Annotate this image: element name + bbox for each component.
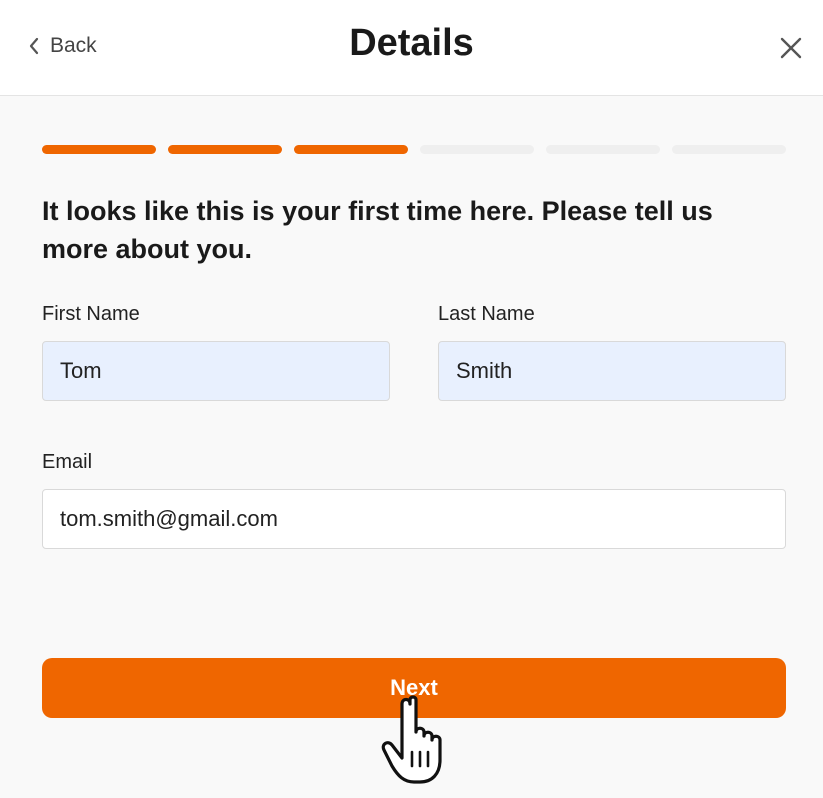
progress-step-6 — [672, 145, 786, 154]
last-name-field[interactable] — [438, 341, 786, 401]
progress-step-1 — [42, 145, 156, 154]
email-label: Email — [42, 451, 93, 473]
first-name-label: First Name — [42, 303, 140, 325]
next-button[interactable]: Next — [42, 658, 786, 718]
intro-text: It looks like this is your first time he… — [42, 196, 713, 264]
progress-step-5 — [546, 145, 660, 154]
first-name-field[interactable] — [42, 341, 390, 401]
page-title: Details — [349, 22, 474, 64]
header-bar: Back Details — [0, 0, 823, 96]
step-progress-bar — [42, 145, 786, 154]
progress-step-3 — [294, 145, 408, 154]
close-icon[interactable] — [777, 34, 805, 62]
progress-step-4 — [420, 145, 534, 154]
email-field[interactable] — [42, 489, 786, 549]
last-name-label: Last Name — [438, 303, 535, 325]
progress-step-2 — [168, 145, 282, 154]
